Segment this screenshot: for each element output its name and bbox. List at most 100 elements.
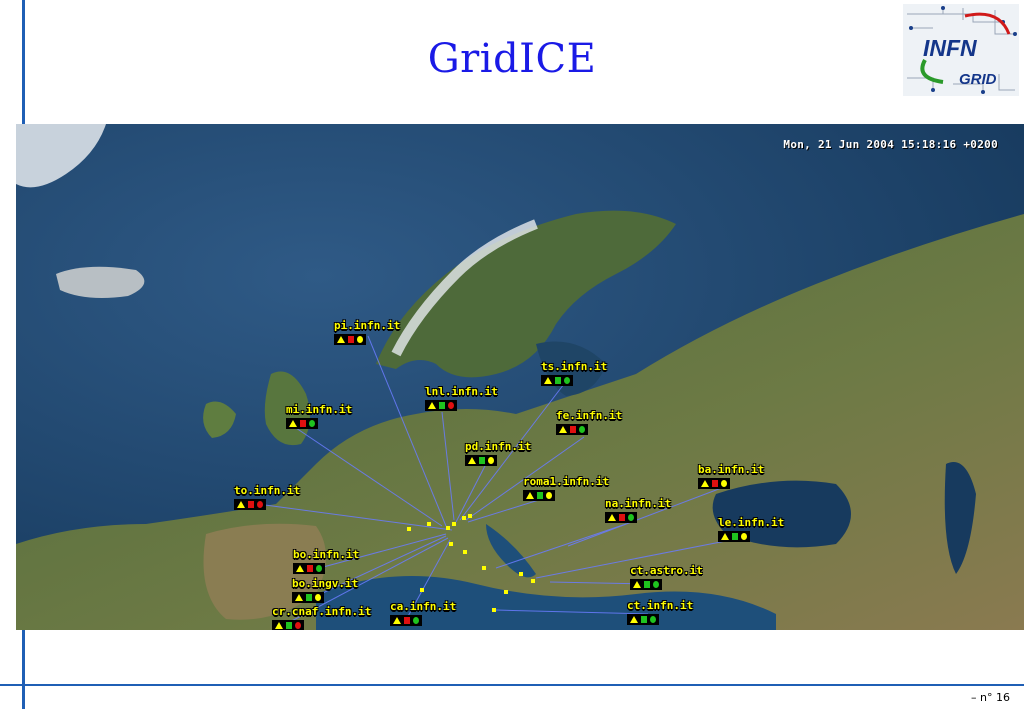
- status-triangle-icon: [608, 514, 616, 521]
- status-circle-icon: [741, 533, 747, 540]
- status-square-icon: [537, 492, 543, 499]
- site-marker-mi[interactable]: mi.infn.it: [286, 404, 352, 429]
- status-circle-icon: [653, 581, 659, 588]
- status-triangle-icon: [393, 617, 401, 624]
- status-triangle-icon: [296, 565, 304, 572]
- site-label: bo.ingv.it: [292, 577, 359, 590]
- site-label: roma1.infn.it: [523, 475, 610, 488]
- infn-grid-logo: INFN GRID: [903, 4, 1019, 96]
- page-number: – n° 16: [971, 691, 1010, 704]
- site-marker-na[interactable]: na.infn.it: [605, 498, 671, 523]
- status-square-icon: [306, 594, 312, 601]
- logo-text-grid: GRID: [959, 71, 997, 88]
- status-circle-icon: [357, 336, 363, 343]
- status-square-icon: [404, 617, 410, 624]
- status-square-icon: [348, 336, 354, 343]
- status-triangle-icon: [468, 457, 476, 464]
- site-marker-ba[interactable]: ba.infn.it: [698, 464, 764, 489]
- site-status-indicators: [334, 334, 366, 345]
- status-square-icon: [732, 533, 738, 540]
- site-label: pi.infn.it: [334, 319, 401, 332]
- bottom-rule: [0, 684, 1024, 686]
- site-marker-to[interactable]: to.infn.it: [234, 485, 300, 510]
- site-label: ca.infn.it: [390, 600, 457, 613]
- status-circle-icon: [413, 617, 419, 624]
- site-status-indicators: [272, 620, 304, 630]
- status-circle-icon: [564, 377, 570, 384]
- status-circle-icon: [316, 565, 322, 572]
- site-marker-pd[interactable]: pd.infn.it: [465, 441, 531, 466]
- status-circle-icon: [295, 622, 301, 629]
- site-marker-le[interactable]: le.infn.it: [718, 517, 784, 542]
- status-square-icon: [712, 480, 718, 487]
- site-marker-ct[interactable]: ct.infn.it: [627, 600, 693, 625]
- status-triangle-icon: [630, 616, 638, 623]
- site-status-indicators: [286, 418, 318, 429]
- map-background: [16, 124, 1024, 630]
- site-marker-fe[interactable]: fe.infn.it: [556, 410, 622, 435]
- slide-title: GridICE: [427, 36, 597, 82]
- logo-text-infn: INFN: [923, 35, 977, 61]
- site-label: fe.infn.it: [556, 409, 623, 422]
- status-square-icon: [286, 622, 292, 629]
- site-label: mi.infn.it: [286, 403, 353, 416]
- status-square-icon: [619, 514, 625, 521]
- site-marker-bo[interactable]: bo.infn.it: [293, 549, 359, 574]
- status-triangle-icon: [721, 533, 729, 540]
- site-marker-lnl[interactable]: lnl.infn.it: [425, 386, 498, 411]
- status-square-icon: [570, 426, 576, 433]
- status-square-icon: [439, 402, 445, 409]
- status-circle-icon: [448, 402, 454, 409]
- status-triangle-icon: [289, 420, 297, 427]
- site-marker-pi[interactable]: pi.infn.it: [334, 320, 400, 345]
- site-label: pd.infn.it: [465, 440, 532, 453]
- status-square-icon: [644, 581, 650, 588]
- site-marker-roma1[interactable]: roma1.infn.it: [523, 476, 609, 501]
- site-label: ct.astro.it: [630, 564, 703, 577]
- status-circle-icon: [488, 457, 494, 464]
- status-triangle-icon: [559, 426, 567, 433]
- site-status-indicators: [234, 499, 266, 510]
- status-circle-icon: [546, 492, 552, 499]
- site-marker-ca[interactable]: ca.infn.it: [390, 601, 456, 626]
- status-circle-icon: [309, 420, 315, 427]
- site-label: ts.infn.it: [541, 360, 608, 373]
- status-triangle-icon: [633, 581, 641, 588]
- site-marker-ts[interactable]: ts.infn.it: [541, 361, 607, 386]
- europe-satellite-map: Mon, 21 Jun 2004 15:18:16 +0200 pi.infn.…: [16, 124, 1024, 630]
- status-circle-icon: [579, 426, 585, 433]
- status-square-icon: [307, 565, 313, 572]
- site-label: bo.infn.it: [293, 548, 360, 561]
- status-circle-icon: [650, 616, 656, 623]
- status-square-icon: [555, 377, 561, 384]
- status-triangle-icon: [295, 594, 303, 601]
- status-square-icon: [248, 501, 254, 508]
- site-label: ct.infn.it: [627, 599, 694, 612]
- status-circle-icon: [628, 514, 634, 521]
- site-label: ba.infn.it: [698, 463, 765, 476]
- site-status-indicators: [556, 424, 588, 435]
- site-label: na.infn.it: [605, 497, 672, 510]
- status-circle-icon: [721, 480, 727, 487]
- status-square-icon: [641, 616, 647, 623]
- site-status-indicators: [698, 478, 730, 489]
- site-status-indicators: [465, 455, 497, 466]
- status-triangle-icon: [544, 377, 552, 384]
- status-square-icon: [479, 457, 485, 464]
- map-timestamp: Mon, 21 Jun 2004 15:18:16 +0200: [783, 138, 998, 151]
- status-triangle-icon: [428, 402, 436, 409]
- site-status-indicators: [425, 400, 457, 411]
- site-label: le.infn.it: [718, 516, 785, 529]
- site-status-indicators: [523, 490, 555, 501]
- site-marker-ct_astro[interactable]: ct.astro.it: [630, 565, 703, 590]
- status-circle-icon: [315, 594, 321, 601]
- site-label: cr.cnaf.infn.it: [272, 605, 372, 618]
- site-status-indicators: [718, 531, 750, 542]
- site-status-indicators: [293, 563, 325, 574]
- site-label: lnl.infn.it: [425, 385, 498, 398]
- site-status-indicators: [541, 375, 573, 386]
- site-marker-bo_ingv[interactable]: bo.ingv.it: [292, 578, 358, 603]
- site-marker-cr_cnaf[interactable]: cr.cnaf.infn.it: [272, 606, 371, 630]
- status-circle-icon: [257, 501, 263, 508]
- site-status-indicators: [390, 615, 422, 626]
